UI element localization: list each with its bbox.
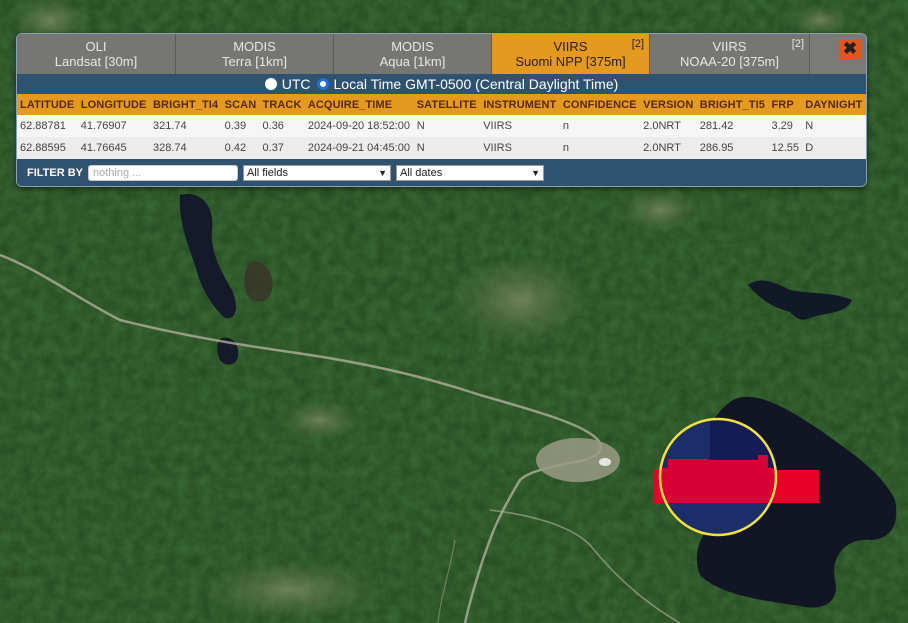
cell-latitude: 62.88781 [20,120,66,132]
cell-frp: 3.29 [771,120,793,132]
chevron-down-icon: ▼ [378,167,388,178]
tab-title: VIIRS [553,39,588,54]
cell-track: 0.37 [262,142,284,154]
cell-bright-ti5: 286.95 [699,142,734,154]
fire-detections-table: LATITUDE LONGITUDE BRIGHT_TI4 SCAN TRACK ACQU… [17,94,866,159]
local-time-radio-label: Local Time GMT-0500 (Central Daylight Ti… [333,76,619,92]
field-select-value: All fields [247,166,288,179]
column-header-latitude[interactable]: LATITUDE [17,94,78,115]
table-body: 62.88781 41.76907 321.74 0.39 0.36 2024-09-20… [17,115,866,159]
column-header-frp[interactable]: FRP [768,94,802,115]
tab-title: MODIS [391,39,434,54]
cell-acquire-time: 2024-09-20 18:52:00 [307,120,410,132]
column-header-longitude[interactable]: LONGITUDE [78,94,150,115]
cell-latitude: 62.88595 [20,142,66,154]
column-header-daynight[interactable]: DAYNIGHT [802,94,866,115]
time-mode-selector: UTC Local Time GMT-0500 (Central Dayligh… [17,74,866,94]
cell-bright-ti5: 281.42 [699,120,734,132]
tab-title: VIIRS [712,39,747,54]
cell-acquire-time: 2024-09-21 04:45:00 [307,142,410,154]
satellite-tabs: OLI Landsat [30m] MODIS Terra [1km] MODI… [17,34,866,74]
tab-modis-aqua[interactable]: MODIS Aqua [1km] [334,34,492,74]
column-header-acquire-time[interactable]: ACQUIRE_TIME [305,94,414,115]
filter-input[interactable] [88,164,239,181]
clearing [620,188,700,232]
clearing [200,560,380,620]
column-header-instrument[interactable]: INSTRUMENT [480,94,560,115]
field-select[interactable]: All fields ▼ [243,164,392,181]
cell-daynight: N [805,120,814,132]
table-header-row: LATITUDE LONGITUDE BRIGHT_TI4 SCAN TRACK ACQU… [17,94,866,115]
utc-radio[interactable]: UTC [264,76,311,92]
cell-longitude: 41.76907 [80,120,127,132]
tab-title: MODIS [233,39,276,54]
tab-viirs-suomi-npp[interactable]: VIIRS Suomi NPP [375m] [2] [492,34,650,74]
filter-bar: FILTER BY All fields ▼ All dates ▼ [17,159,866,186]
cell-version: 2.0NRT [643,120,681,132]
tab-subtitle: Terra [1km] [221,54,287,69]
tab-modis-terra[interactable]: MODIS Terra [1km] [176,34,334,74]
column-header-bright-ti5[interactable]: BRIGHT_TI5 [697,94,769,115]
tab-viirs-noaa-20[interactable]: VIIRS NOAA-20 [375m] [2] [650,34,810,74]
close-icon: ✖ [842,39,858,58]
cell-bright-ti4: 328.74 [152,142,187,154]
facility-clearing [599,458,611,466]
clearing [450,255,590,345]
date-select[interactable]: All dates ▼ [396,164,545,181]
column-header-track[interactable]: TRACK [260,94,305,115]
cell-confidence: n [562,120,569,132]
clearing [280,400,360,440]
cell-scan: 0.39 [224,120,247,132]
tab-bar-filler: ✖ [810,34,866,74]
column-header-version[interactable]: VERSION [640,94,697,115]
cell-scan: 0.42 [224,142,247,154]
tab-title: OLI [85,39,107,54]
tab-subtitle: Suomi NPP [375m] [515,54,626,69]
cell-version: 2.0NRT [643,142,681,154]
table-row[interactable]: 62.88595 41.76645 328.74 0.42 0.37 2024-09-21… [17,137,866,159]
column-header-confidence[interactable]: CONFIDENCE [560,94,640,115]
cell-satellite: N [416,142,425,154]
radio-unchecked-icon[interactable] [264,78,277,90]
tab-oli-landsat[interactable]: OLI Landsat [30m] [17,34,176,74]
cell-frp: 12.55 [771,142,799,154]
cell-longitude: 41.76645 [80,142,127,154]
radio-checked-icon[interactable] [316,78,329,90]
cell-daynight: D [805,142,814,154]
fire-hotspot-pixel[interactable] [662,455,775,503]
cell-track: 0.36 [262,120,284,132]
cell-confidence: n [562,142,569,154]
column-header-satellite[interactable]: SATELLITE [414,94,480,115]
tab-subtitle: Landsat [30m] [54,54,138,69]
cell-satellite: N [416,120,425,132]
tab-subtitle: NOAA-20 [375m] [680,54,779,69]
utc-radio-label: UTC [281,76,311,92]
date-select-value: All dates [400,166,443,179]
cell-instrument: VIIRS [483,120,512,132]
column-header-bright-ti4[interactable]: BRIGHT_TI4 [150,94,222,115]
table-row[interactable]: 62.88781 41.76907 321.74 0.39 0.36 2024-09-20… [17,115,866,137]
filter-by-label: FILTER BY [27,166,84,179]
tab-subtitle: Aqua [1km] [379,54,446,69]
chevron-down-icon: ▼ [531,167,541,178]
local-time-radio[interactable]: Local Time GMT-0500 (Central Daylight Ti… [316,76,619,92]
tab-count-badge: [2] [791,38,804,50]
cell-instrument: VIIRS [483,142,512,154]
close-button[interactable]: ✖ [839,39,861,59]
cell-bright-ti4: 321.74 [152,120,187,132]
column-header-scan[interactable]: SCAN [222,94,260,115]
fire-data-panel: OLI Landsat [30m] MODIS Terra [1km] MODI… [16,33,867,187]
clearing [790,5,850,35]
tab-count-badge: [2] [631,38,644,50]
